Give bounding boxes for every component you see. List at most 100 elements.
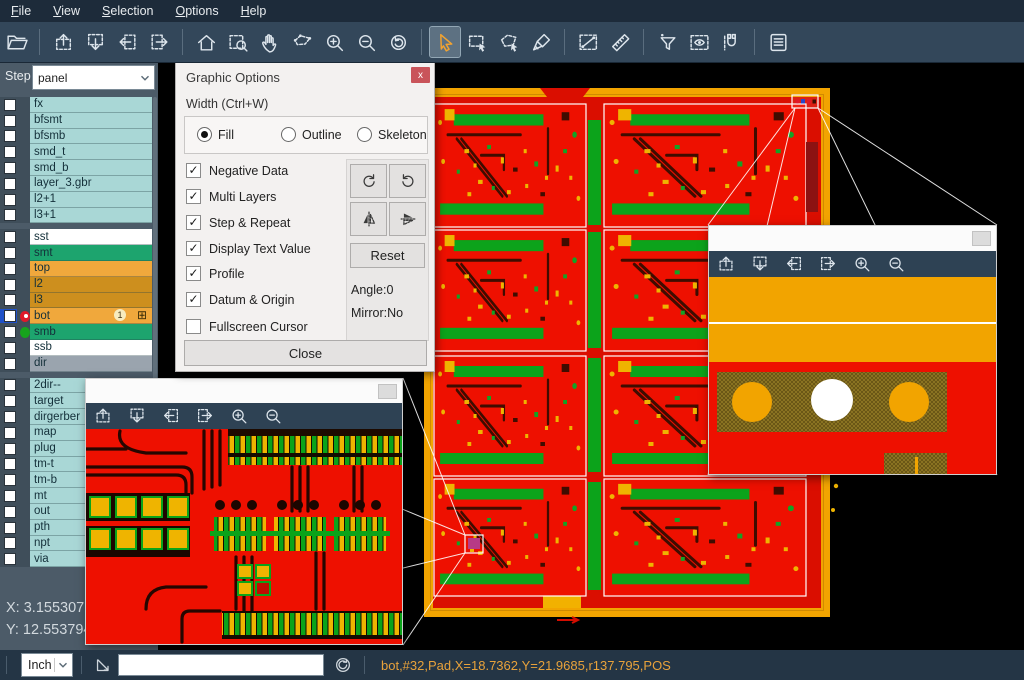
layer-name[interactable]: top bbox=[30, 261, 152, 277]
window-titlebar[interactable] bbox=[709, 226, 996, 251]
layer-visibility-checkbox[interactable] bbox=[4, 178, 16, 190]
layer-visibility-checkbox[interactable] bbox=[4, 506, 16, 518]
close-button[interactable]: Close bbox=[184, 340, 427, 366]
layer-name[interactable]: l2 bbox=[30, 277, 152, 293]
open-file-button[interactable] bbox=[1, 27, 31, 57]
layer-panel-button[interactable] bbox=[763, 27, 793, 57]
menu-selection[interactable]: Selection bbox=[91, 0, 164, 22]
layer-visibility-checkbox[interactable] bbox=[4, 474, 16, 486]
select-rectangle-button[interactable] bbox=[462, 27, 492, 57]
layer-visibility-checkbox[interactable] bbox=[4, 310, 16, 322]
clear-highlight-button[interactable] bbox=[526, 27, 556, 57]
layer-name[interactable]: ssb bbox=[30, 340, 152, 356]
mirror-vertical-button[interactable] bbox=[389, 202, 426, 236]
zoom-out-button[interactable] bbox=[259, 404, 287, 428]
layer-visibility-checkbox[interactable] bbox=[4, 231, 16, 243]
filter-button[interactable] bbox=[652, 27, 682, 57]
window-button[interactable] bbox=[972, 231, 991, 246]
measure-distance-button[interactable] bbox=[573, 27, 603, 57]
pan-right-button[interactable] bbox=[814, 252, 842, 276]
layer-name[interactable]: smd_b bbox=[30, 160, 152, 176]
checkbox-step-repeat[interactable]: ✓Step & Repeat bbox=[186, 215, 290, 230]
layer-visibility-checkbox[interactable] bbox=[4, 411, 16, 423]
step-select[interactable]: panel bbox=[32, 65, 155, 90]
layer-visibility-checkbox[interactable] bbox=[4, 247, 16, 259]
layer-name[interactable]: dir bbox=[30, 356, 152, 372]
layer-name[interactable]: bfsmb bbox=[30, 129, 152, 145]
reset-button[interactable]: Reset bbox=[350, 243, 425, 268]
layer-visibility-checkbox[interactable] bbox=[4, 279, 16, 291]
layer-visibility-checkbox[interactable] bbox=[4, 537, 16, 549]
close-icon[interactable]: x bbox=[411, 67, 430, 83]
pan-hand-button[interactable] bbox=[255, 27, 285, 57]
view-options-button[interactable] bbox=[684, 27, 714, 57]
layer-name[interactable]: fx bbox=[30, 97, 152, 113]
zoom-polygon-button[interactable] bbox=[287, 27, 317, 57]
layer-name[interactable]: l3+1 bbox=[30, 208, 152, 224]
menu-view[interactable]: View bbox=[42, 0, 91, 22]
layer-visibility-checkbox[interactable] bbox=[4, 522, 16, 534]
select-cursor-button[interactable] bbox=[430, 27, 460, 57]
layer-visibility-checkbox[interactable] bbox=[4, 326, 16, 338]
layer-visibility-checkbox[interactable] bbox=[4, 209, 16, 221]
zoom-out-button[interactable] bbox=[882, 252, 910, 276]
pan-up-button[interactable] bbox=[89, 404, 117, 428]
zoom-window-button[interactable] bbox=[223, 27, 253, 57]
pan-right-button[interactable] bbox=[144, 27, 174, 57]
radio-outline[interactable]: Outline bbox=[281, 127, 342, 142]
measure-ruler-button[interactable] bbox=[605, 27, 635, 57]
apply-command-icon[interactable] bbox=[330, 655, 356, 675]
layer-visibility-checkbox[interactable] bbox=[4, 553, 16, 565]
checkbox-fullscreen-cursor[interactable]: Fullscreen Cursor bbox=[186, 319, 308, 334]
pan-right-button[interactable] bbox=[191, 404, 219, 428]
layer-visibility-checkbox[interactable] bbox=[4, 443, 16, 455]
layer-name[interactable]: sst bbox=[30, 229, 152, 245]
layer-visibility-checkbox[interactable] bbox=[4, 115, 16, 127]
layer-visibility-checkbox[interactable] bbox=[4, 427, 16, 439]
zoom-previous-button[interactable] bbox=[383, 27, 413, 57]
pan-left-button[interactable] bbox=[157, 404, 185, 428]
window-button[interactable] bbox=[378, 384, 397, 399]
pan-down-button[interactable] bbox=[123, 404, 151, 428]
layer-name[interactable]: smt bbox=[30, 245, 152, 261]
layer-visibility-checkbox[interactable] bbox=[4, 379, 16, 391]
layer-visibility-checkbox[interactable] bbox=[4, 263, 16, 275]
rotate-cw-button[interactable] bbox=[350, 164, 387, 198]
snap-button[interactable] bbox=[716, 27, 746, 57]
layer-visibility-checkbox[interactable] bbox=[4, 130, 16, 142]
layer-name[interactable]: l2+1 bbox=[30, 192, 152, 208]
layer-name[interactable]: bfsmt bbox=[30, 113, 152, 129]
pan-up-button[interactable] bbox=[48, 27, 78, 57]
zoom-in-button[interactable] bbox=[225, 404, 253, 428]
layer-visibility-checkbox[interactable] bbox=[4, 162, 16, 174]
mirror-horizontal-button[interactable] bbox=[350, 202, 387, 236]
layer-active-indicator[interactable] bbox=[20, 327, 30, 338]
home-button[interactable] bbox=[191, 27, 221, 57]
menu-file[interactable]: File bbox=[0, 0, 42, 22]
select-polygon-button[interactable] bbox=[494, 27, 524, 57]
layer-visibility-checkbox[interactable] bbox=[4, 358, 16, 370]
unit-select[interactable]: Inch bbox=[21, 653, 73, 677]
layer-name[interactable]: l3 bbox=[30, 293, 152, 309]
checkbox-datum-origin[interactable]: ✓Datum & Origin bbox=[186, 292, 294, 307]
checkbox-display-text-value[interactable]: ✓Display Text Value bbox=[186, 241, 311, 256]
pan-down-button[interactable] bbox=[746, 252, 774, 276]
zoom-out-button[interactable] bbox=[351, 27, 381, 57]
pan-left-button[interactable] bbox=[780, 252, 808, 276]
window-titlebar[interactable] bbox=[86, 379, 402, 403]
zoom-in-button[interactable] bbox=[319, 27, 349, 57]
layer-name[interactable]: bot1⊞ bbox=[30, 308, 152, 324]
layer-visibility-checkbox[interactable] bbox=[4, 458, 16, 470]
radio-skeleton[interactable]: Skeleton bbox=[357, 127, 427, 142]
layer-name[interactable]: smd_t bbox=[30, 144, 152, 160]
layer-visibility-checkbox[interactable] bbox=[4, 490, 16, 502]
layer-visibility-checkbox[interactable] bbox=[4, 395, 16, 407]
menu-options[interactable]: Options bbox=[164, 0, 229, 22]
radio-fill[interactable]: Fill bbox=[197, 127, 234, 142]
layer-active-indicator[interactable] bbox=[20, 311, 30, 322]
layer-visibility-checkbox[interactable] bbox=[4, 99, 16, 111]
grid-icon[interactable]: ⊞ bbox=[137, 308, 147, 323]
zoom-region-top-right[interactable] bbox=[792, 95, 818, 108]
pan-down-button[interactable] bbox=[80, 27, 110, 57]
command-input[interactable] bbox=[118, 654, 324, 676]
